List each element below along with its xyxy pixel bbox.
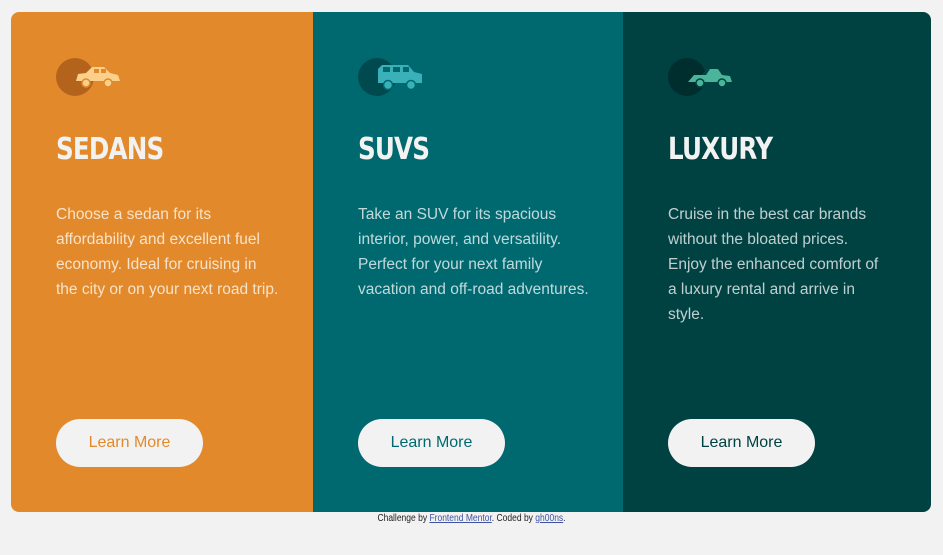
learn-more-sedans-button[interactable]: Learn More: [56, 419, 203, 467]
card-sedans: SEDANS Choose a sedan for its affordabil…: [11, 12, 313, 512]
card-title-sedans: SEDANS: [56, 132, 164, 167]
sedan-car-icon: [56, 57, 128, 97]
attribution-suffix: .: [563, 513, 566, 524]
learn-more-luxury-button[interactable]: Learn More: [668, 419, 815, 467]
attribution: Challenge by Frontend Mentor. Coded by g…: [71, 513, 873, 524]
learn-more-suvs-button[interactable]: Learn More: [358, 419, 505, 467]
card-title-luxury: LUXURY: [668, 132, 773, 167]
attribution-prefix: Challenge by: [377, 513, 430, 524]
card-text-suvs: Take an SUV for its spacious interior, p…: [358, 206, 589, 298]
card-suvs: SUVS Take an SUV for its spacious interi…: [313, 12, 623, 512]
card-text-luxury: Cruise in the best car brands without th…: [668, 206, 879, 323]
card-luxury: LUXURY Cruise in the best car brands wit…: [623, 12, 931, 512]
frontend-mentor-link[interactable]: Frontend Mentor: [429, 513, 491, 524]
attribution-middle: . Coded by: [491, 513, 536, 524]
card-group: SEDANS Choose a sedan for its affordabil…: [11, 12, 931, 512]
card-title-suvs: SUVS: [358, 132, 430, 167]
luxury-car-icon: [668, 57, 740, 97]
author-link[interactable]: gh00ns: [535, 513, 563, 524]
suv-car-icon: [358, 57, 430, 97]
card-text-sedans: Choose a sedan for its affordability and…: [56, 206, 279, 298]
